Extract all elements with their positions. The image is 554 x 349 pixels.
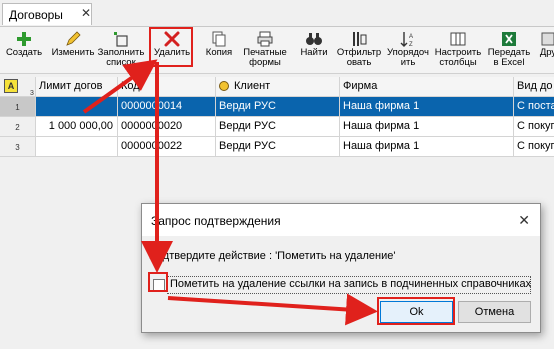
cancel-button[interactable]: Отмена (458, 301, 531, 323)
more-icon (541, 32, 554, 46)
row-number: 1 (0, 97, 36, 117)
find-button[interactable]: Найти (297, 27, 331, 73)
cell-kind[interactable]: С покуп (514, 137, 554, 157)
mark-children-checkbox-label[interactable]: Пометить на удаление ссылки на запись в … (170, 278, 531, 290)
copy-icon (212, 31, 226, 47)
cell-limit[interactable] (36, 137, 118, 157)
sort-az-icon: AZ (400, 32, 413, 48)
fill-list-icon (114, 32, 128, 47)
cell-code[interactable]: 0000000022 (118, 137, 216, 157)
export-excel-label: Передать в Excel (487, 47, 531, 68)
export-excel-button[interactable]: Передать в Excel (488, 27, 530, 73)
corner-num: 3 (30, 90, 34, 97)
plus-icon (17, 32, 31, 46)
col-header-limit[interactable]: Лимит догов (36, 77, 118, 97)
col-header-firm[interactable]: Фирма (340, 77, 514, 97)
client-column-icon (219, 81, 229, 91)
printer-icon (257, 31, 273, 47)
edit-button[interactable]: Изменить (50, 27, 96, 73)
dialog-title: Запрос подтверждения (151, 214, 281, 228)
cell-limit[interactable] (36, 97, 118, 117)
annotation-box-delete (149, 27, 193, 67)
dialog-titlebar: Запрос подтверждения ✕ (142, 204, 540, 236)
row-number: 3 (0, 137, 36, 157)
col-header-code[interactable]: Код (118, 77, 216, 97)
col-header-client[interactable]: Клиент (216, 77, 340, 97)
cell-client[interactable]: Верди РУС (216, 117, 340, 137)
more-label: Дру (539, 47, 554, 58)
dialog-close-icon[interactable]: ✕ (518, 212, 530, 229)
confirm-dialog: Запрос подтверждения ✕ Подтвердите дейст… (141, 203, 541, 333)
copy-label: Копия (205, 47, 233, 58)
fill-list-label: Заполнить список (97, 47, 145, 68)
print-forms-label: Печатные формы (243, 47, 287, 68)
col-header-kind[interactable]: Вид до (514, 77, 554, 97)
contracts-grid: A 3 Лимит догов Код Клиент Фирма Вид до … (0, 77, 554, 157)
corner-letter: A (4, 79, 18, 93)
columns-label: Настроить столбцы (434, 47, 482, 68)
cell-firm[interactable]: Наша фирма 1 (340, 137, 514, 157)
dialog-message: Подтвердите действие : 'Пометить на удал… (149, 250, 396, 262)
cell-client[interactable]: Верди РУС (216, 137, 340, 157)
tab-contracts[interactable]: Договоры ✕ (2, 3, 92, 25)
annotation-box-ok (377, 297, 455, 325)
cell-kind[interactable]: С постав (514, 97, 554, 117)
create-button[interactable]: Создать (4, 27, 44, 73)
cell-client[interactable]: Верди РУС (216, 97, 340, 117)
tab-label: Договоры (9, 8, 63, 22)
columns-button[interactable]: Настроить столбцы (433, 27, 483, 73)
sort-button[interactable]: AZ Упорядоч ить (386, 27, 430, 73)
cell-limit[interactable]: 1 000 000,00 (36, 117, 118, 137)
excel-icon (502, 32, 516, 46)
annotation-box-checkbox (148, 272, 168, 292)
filter-button[interactable]: Отфильтр овать (337, 27, 381, 73)
tab-strip: Договоры ✕ (0, 0, 554, 27)
binoculars-icon (306, 33, 322, 45)
cell-code[interactable]: 0000000014 (118, 97, 216, 117)
more-button[interactable]: Дру (536, 27, 554, 73)
cell-firm[interactable]: Наша фирма 1 (340, 117, 514, 137)
row-number: 2 (0, 117, 36, 137)
cell-firm[interactable]: Наша фирма 1 (340, 97, 514, 117)
cell-code[interactable]: 0000000020 (118, 117, 216, 137)
copy-button[interactable]: Копия (201, 27, 237, 73)
grid-header: A 3 Лимит догов Код Клиент Фирма Вид до (0, 77, 554, 97)
find-label: Найти (300, 47, 328, 58)
columns-icon (450, 32, 466, 46)
cell-kind[interactable]: С покуп (514, 117, 554, 137)
sort-label: Упорядоч ить (387, 47, 429, 68)
fill-list-button[interactable]: Заполнить список (98, 27, 144, 73)
print-forms-button[interactable]: Печатные формы (241, 27, 289, 73)
pencil-icon (66, 31, 81, 46)
filter-icon (353, 32, 367, 46)
create-label: Создать (5, 47, 43, 58)
col-header-client-label: Клиент (234, 80, 271, 92)
filter-label: Отфильтр овать (336, 47, 382, 68)
grid-corner[interactable]: A 3 (0, 77, 36, 97)
svg-text:A: A (409, 34, 413, 40)
toolbar: Создать Изменить Заполнить список Удалит… (0, 27, 554, 74)
tab-close-icon[interactable]: ✕ (81, 6, 91, 20)
edit-label: Изменить (51, 47, 95, 58)
